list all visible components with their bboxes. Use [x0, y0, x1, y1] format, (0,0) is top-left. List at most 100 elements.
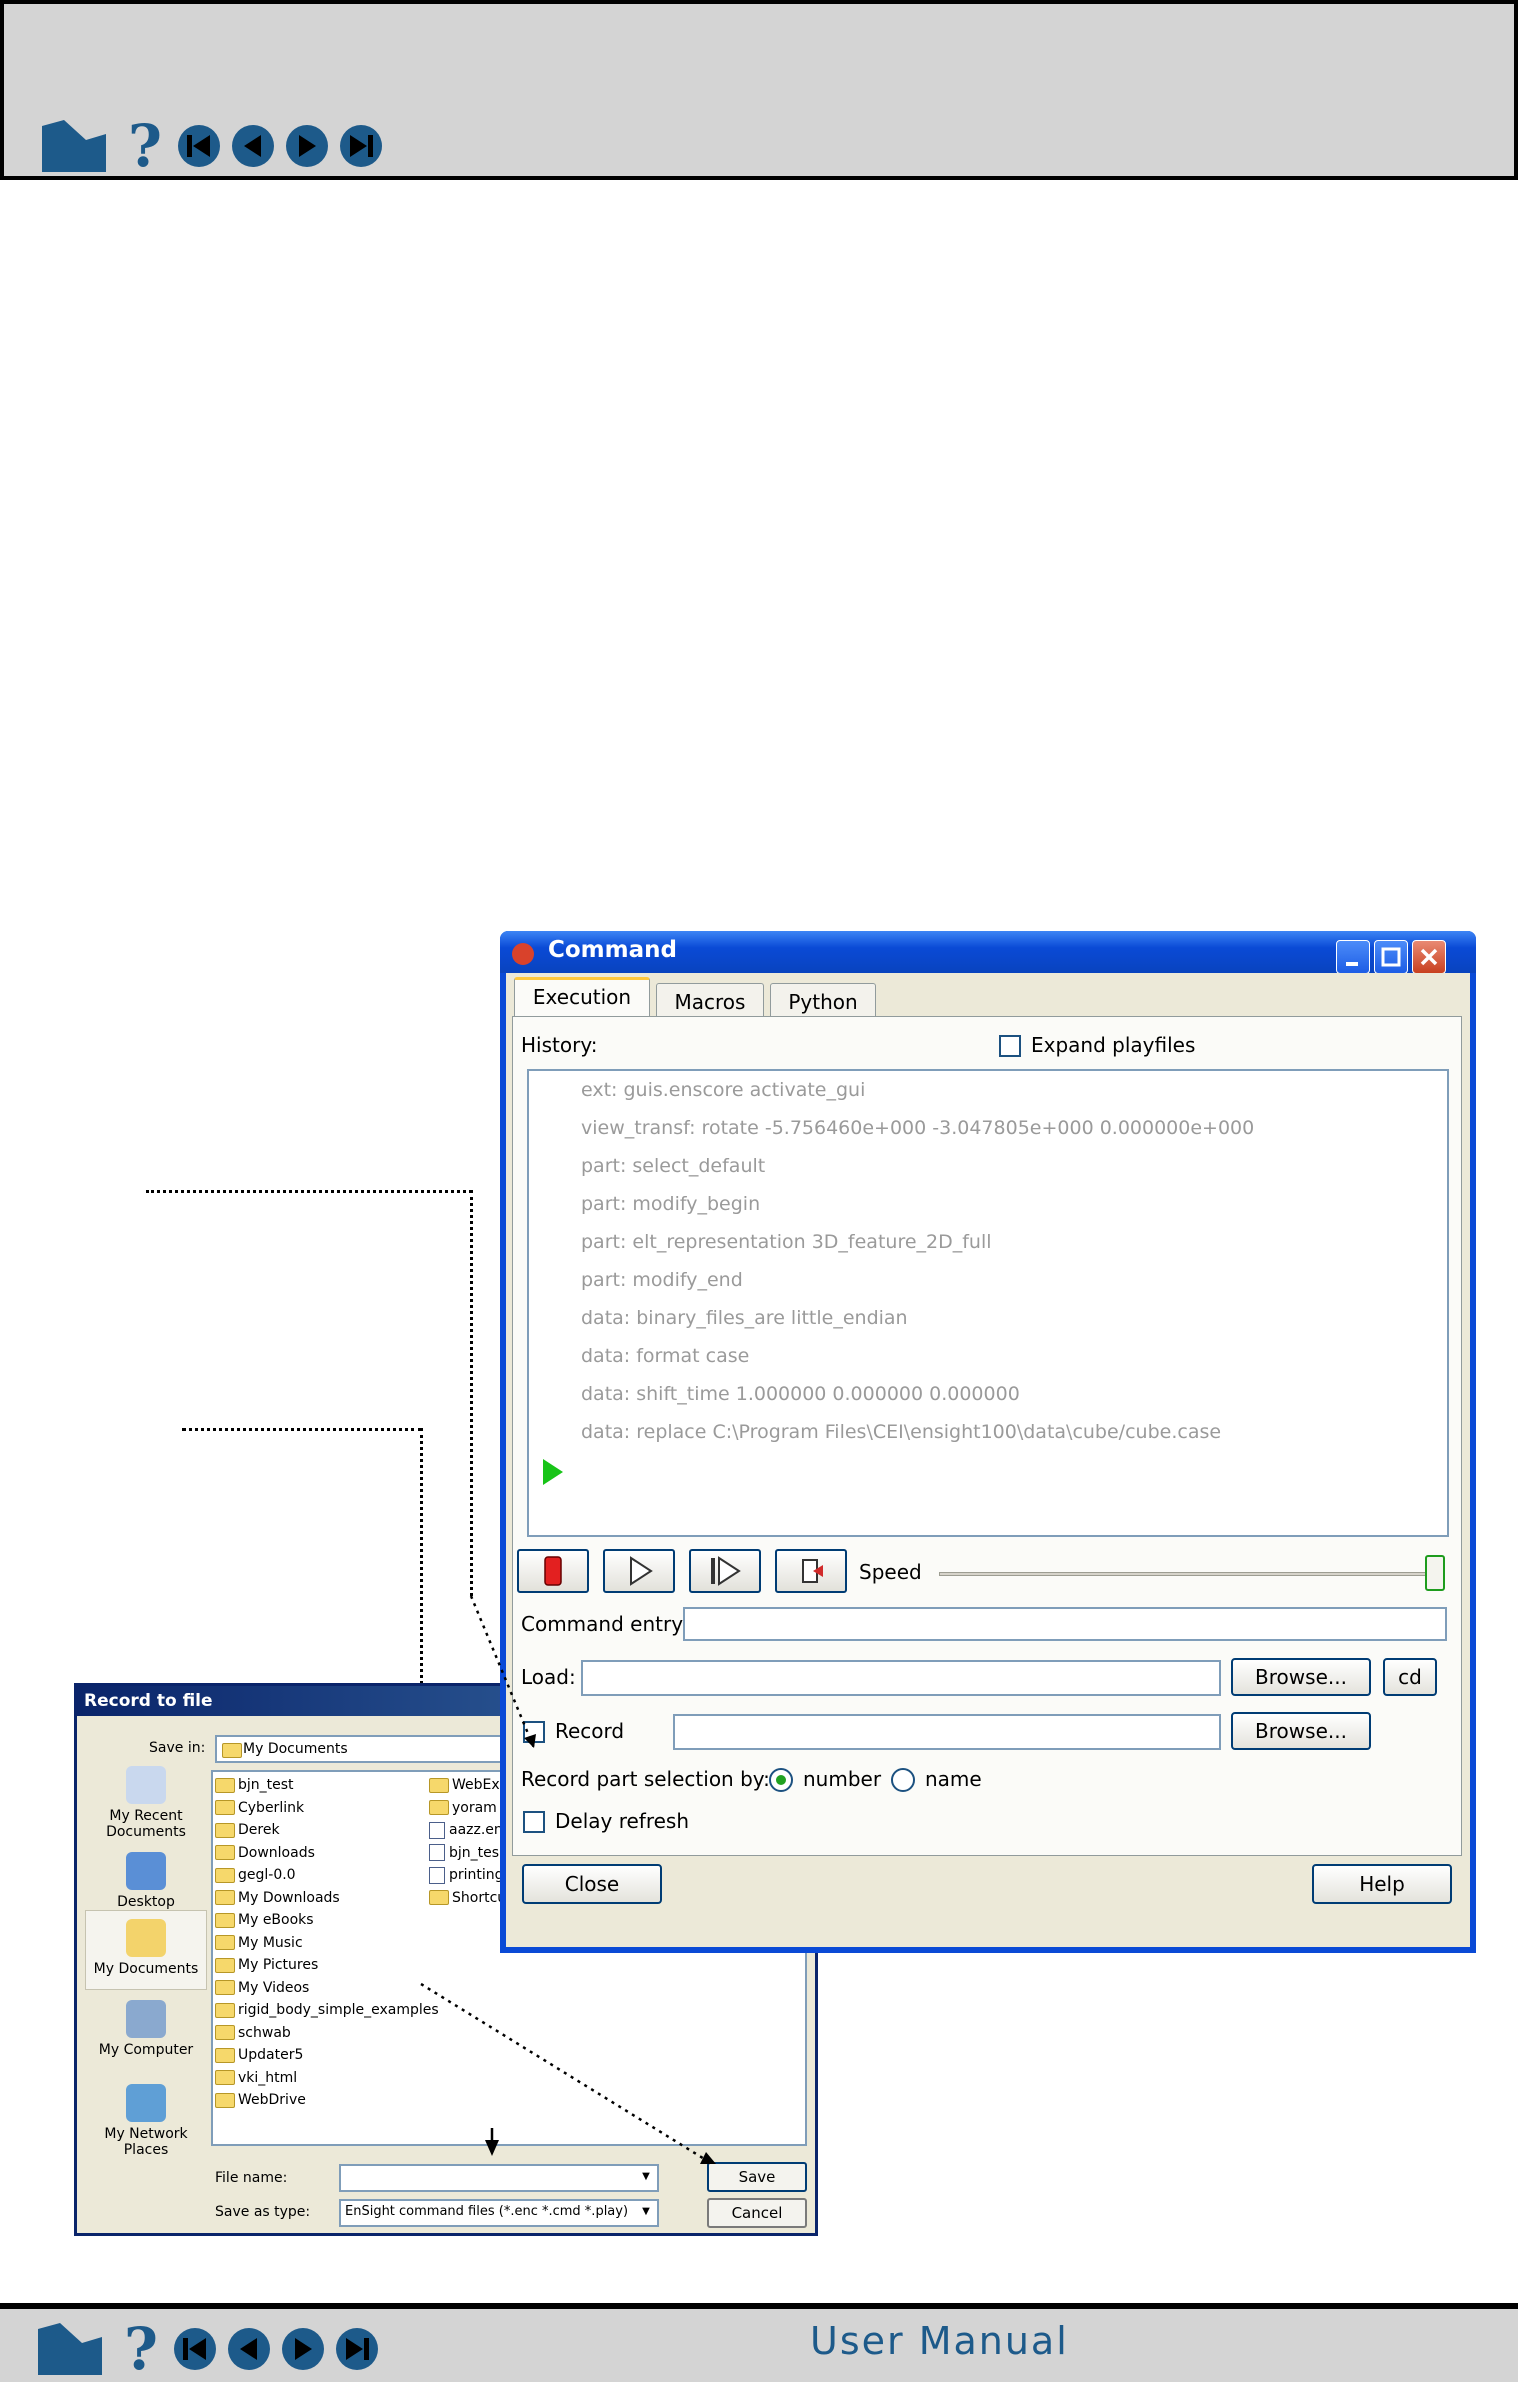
history-line[interactable]: data: format case: [581, 1345, 749, 1367]
tab-macros[interactable]: Macros: [656, 983, 764, 1019]
history-line[interactable]: part: modify_begin: [581, 1193, 760, 1215]
cd-button[interactable]: cd: [1383, 1658, 1437, 1696]
list-item[interactable]: aazz.en: [429, 1819, 506, 1842]
first-page-icon[interactable]: [176, 123, 222, 169]
tab-python[interactable]: Python: [770, 983, 876, 1019]
history-line[interactable]: part: select_default: [581, 1155, 765, 1177]
place-my-computer[interactable]: My Computer: [85, 2000, 207, 2058]
file-name-field[interactable]: ▼: [339, 2164, 659, 2192]
name-option-label: name: [925, 1767, 982, 1791]
list-item[interactable]: My Downloads: [215, 1887, 439, 1910]
stop-button[interactable]: [517, 1549, 589, 1593]
chevron-down-icon[interactable]: ▼: [637, 2168, 655, 2186]
speed-slider-handle[interactable]: [1425, 1555, 1445, 1591]
list-item[interactable]: rigid_body_simple_examples: [215, 1999, 439, 2022]
last-page-icon[interactable]: [334, 2326, 380, 2372]
cancel-button[interactable]: Cancel: [707, 2198, 807, 2228]
load-file-field[interactable]: [581, 1660, 1221, 1696]
load-browse-button[interactable]: Browse...: [1231, 1658, 1371, 1696]
record-browse-button[interactable]: Browse...: [1231, 1712, 1371, 1750]
play-button[interactable]: [603, 1549, 675, 1593]
command-entry-field[interactable]: [683, 1607, 1447, 1641]
place-my-network-places[interactable]: My Network Places: [85, 2084, 207, 2158]
history-list[interactable]: ext: guis.enscore activate_gui view_tran…: [527, 1069, 1449, 1537]
history-line[interactable]: data: shift_time 1.000000 0.000000 0.000…: [581, 1383, 1020, 1405]
step-button[interactable]: [689, 1549, 761, 1593]
previous-page-icon[interactable]: [226, 2326, 272, 2372]
home-icon[interactable]: [36, 2321, 104, 2377]
expand-playfiles-checkbox[interactable]: [999, 1035, 1021, 1057]
last-page-icon[interactable]: [338, 123, 384, 169]
folder-icon: [215, 1822, 235, 1838]
minimize-button[interactable]: [1336, 940, 1370, 974]
list-item[interactable]: Updater5: [215, 2044, 439, 2067]
maximize-icon: [1381, 947, 1401, 967]
history-line[interactable]: part: elt_representation 3D_feature_2D_f…: [581, 1231, 992, 1253]
folder-icon: [215, 1845, 235, 1861]
list-item[interactable]: yoram: [429, 1797, 506, 1820]
list-item[interactable]: bjn_tes: [429, 1842, 506, 1865]
chevron-down-icon[interactable]: ▼: [637, 2203, 655, 2221]
list-item[interactable]: My Music: [215, 1932, 439, 1955]
home-icon[interactable]: [40, 118, 108, 174]
record-file-field[interactable]: [673, 1714, 1221, 1750]
list-item[interactable]: vki_html: [215, 2067, 439, 2090]
delay-refresh-checkbox[interactable]: [523, 1811, 545, 1833]
my-documents-icon: [126, 1919, 166, 1957]
list-item[interactable]: Derek: [215, 1819, 439, 1842]
minimize-icon: [1346, 962, 1358, 966]
save-in-label: Save in:: [149, 1740, 206, 1756]
list-item[interactable]: gegl-0.0: [215, 1864, 439, 1887]
speed-slider-track[interactable]: [939, 1572, 1437, 1576]
list-item[interactable]: bjn_test: [215, 1774, 439, 1797]
previous-page-icon[interactable]: [230, 123, 276, 169]
maximize-button[interactable]: [1374, 940, 1408, 974]
list-item[interactable]: Cyberlink: [215, 1797, 439, 1820]
places-bar: My Recent Documents Desktop My Documents…: [85, 1766, 207, 2166]
list-item[interactable]: My eBooks: [215, 1909, 439, 1932]
list-item[interactable]: Shortcu: [429, 1887, 506, 1910]
folder-icon: [429, 1777, 449, 1793]
file-column: bjn_test Cyberlink Derek Downloads gegl-…: [215, 1774, 439, 2112]
history-line[interactable]: data: binary_files_are little_endian: [581, 1307, 908, 1329]
window-title: Command: [548, 937, 677, 963]
help-icon[interactable]: ?: [124, 2319, 164, 2379]
next-page-icon[interactable]: [280, 2326, 326, 2372]
number-radio-button[interactable]: [769, 1768, 793, 1792]
first-page-icon[interactable]: [172, 2326, 218, 2372]
list-item[interactable]: My Pictures: [215, 1954, 439, 1977]
record-checkbox[interactable]: [523, 1721, 545, 1743]
history-line[interactable]: ext: guis.enscore activate_gui: [581, 1079, 865, 1101]
history-line[interactable]: data: replace C:\Program Files\CEI\ensig…: [581, 1421, 1221, 1443]
skip-button[interactable]: [775, 1549, 847, 1593]
my-computer-icon: [126, 2000, 166, 2038]
record-label: Record: [555, 1719, 625, 1743]
help-button[interactable]: Help: [1312, 1864, 1452, 1904]
save-type-dropdown[interactable]: EnSight command files (*.enc *.cmd *.pla…: [339, 2199, 659, 2227]
history-line[interactable]: view_transf: rotate -5.756460e+000 -3.04…: [581, 1117, 1254, 1139]
manual-title: User Manual: [810, 2319, 1069, 2363]
place-my-documents[interactable]: My Documents: [85, 1910, 207, 1990]
load-label: Load:: [521, 1665, 576, 1689]
place-my-recent-documents[interactable]: My Recent Documents: [85, 1766, 207, 1840]
file-icon: [429, 1866, 445, 1884]
history-line[interactable]: part: modify_end: [581, 1269, 743, 1291]
close-window-button[interactable]: [1412, 940, 1446, 974]
list-item[interactable]: WebEx: [429, 1774, 506, 1797]
list-item[interactable]: WebDrive: [215, 2089, 439, 2112]
command-window-body: Execution Macros Python History: Expand …: [506, 973, 1470, 1947]
name-radio-button[interactable]: [891, 1768, 915, 1792]
list-item[interactable]: schwab: [215, 2022, 439, 2045]
delay-refresh-label: Delay refresh: [555, 1809, 690, 1833]
list-item[interactable]: Downloads: [215, 1842, 439, 1865]
bottom-nav-icons: ?: [36, 2319, 380, 2379]
list-item[interactable]: My Videos: [215, 1977, 439, 2000]
help-icon[interactable]: ?: [128, 116, 168, 176]
list-item[interactable]: printing: [429, 1864, 506, 1887]
folder-icon: [215, 1867, 235, 1883]
tab-execution[interactable]: Execution: [514, 977, 650, 1017]
next-page-icon[interactable]: [284, 123, 330, 169]
place-desktop[interactable]: Desktop: [85, 1852, 207, 1910]
close-button[interactable]: Close: [522, 1864, 662, 1904]
save-button[interactable]: Save: [707, 2162, 807, 2192]
